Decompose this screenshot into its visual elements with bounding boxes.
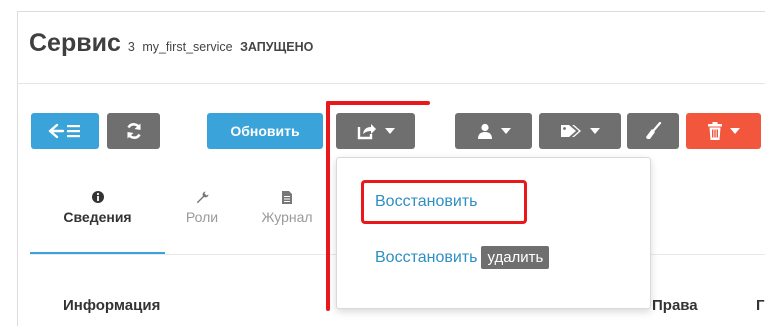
chevron-down-icon: [500, 128, 511, 134]
chevron-down-icon: [729, 128, 740, 134]
tab-details-label: Сведения: [63, 209, 132, 225]
tab-bar: Сведения Роли Журнал: [30, 185, 360, 255]
file-icon: [252, 191, 322, 209]
tab-log[interactable]: Журнал: [252, 185, 322, 255]
tag-icon: [561, 125, 581, 137]
service-status: ЗАПУЩЕНО: [240, 40, 314, 54]
menu-item-restore-delete-label: Восстановить: [375, 249, 478, 266]
tab-roles[interactable]: Роли: [167, 185, 237, 255]
wrench-icon: [167, 191, 237, 209]
service-count: 3: [127, 40, 135, 54]
annotation-line-horizontal: [326, 101, 430, 105]
tag-dropdown-button[interactable]: [539, 113, 621, 149]
back-list-icon: [48, 123, 80, 139]
info-icon: [30, 191, 165, 209]
refresh-button[interactable]: [107, 113, 160, 149]
back-to-list-button[interactable]: [31, 113, 99, 149]
page-title: Сервис 3 my_first_service ЗАПУЩЕНО: [29, 29, 317, 58]
share-icon: [357, 124, 376, 140]
page-header: Сервис 3 my_first_service ЗАПУЩЕНО: [17, 11, 765, 84]
update-button[interactable]: Обновить: [207, 113, 323, 149]
clean-button[interactable]: [627, 113, 679, 149]
trash-icon: [707, 122, 722, 140]
page-title-text: Сервис: [29, 29, 121, 57]
broom-icon: [646, 122, 662, 139]
refresh-icon: [126, 123, 141, 139]
delete-dropdown-button[interactable]: [686, 113, 761, 149]
chevron-down-icon: [590, 128, 600, 134]
annotation-highlight-box: [361, 180, 527, 224]
rights-column-header: Права: [652, 297, 698, 314]
service-name: my_first_service: [142, 40, 233, 54]
section-title-info: Информация: [63, 297, 161, 314]
user-icon: [477, 123, 492, 139]
tab-roles-label: Роли: [185, 209, 219, 225]
delete-badge: удалить: [481, 246, 550, 269]
menu-item-restore-delete[interactable]: Восстановить удалить: [375, 246, 550, 269]
tab-log-label: Журнал: [261, 209, 313, 225]
tab-details[interactable]: Сведения: [30, 185, 165, 255]
page-subtitle: 3 my_first_service ЗАПУЩЕНО: [128, 40, 318, 54]
partial-column-header: Г: [756, 297, 765, 314]
export-dropdown-button[interactable]: [336, 113, 415, 149]
user-dropdown-button[interactable]: [455, 113, 532, 149]
annotation-line-vertical: [326, 101, 330, 311]
chevron-down-icon: [384, 128, 395, 134]
